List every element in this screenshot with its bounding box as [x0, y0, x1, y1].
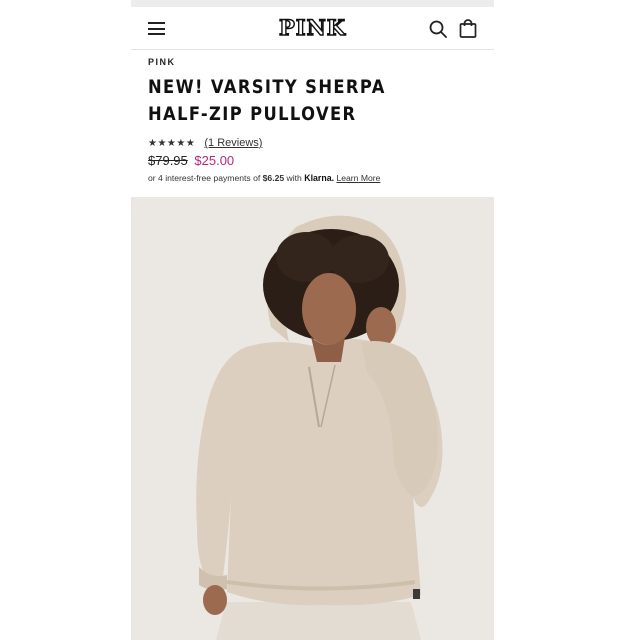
- star-rating-icon: ★★★★★: [148, 138, 196, 149]
- product-page: PINK PINK NEW! VARSITY SHERPA HALF-ZIP P…: [131, 0, 494, 640]
- search-icon[interactable]: [429, 20, 447, 38]
- product-image[interactable]: [131, 197, 494, 640]
- rating-row: ★★★★★ (1 Reviews): [148, 137, 262, 149]
- product-title: NEW! VARSITY SHERPA HALF-ZIP PULLOVER: [148, 76, 386, 125]
- model-wearing-pullover-illustration: [131, 197, 494, 640]
- brand-label: PINK: [148, 57, 176, 67]
- installment-prefix: or 4 interest-free payments of: [148, 173, 261, 183]
- installment-with: with: [286, 173, 302, 183]
- sale-price: $25.00: [194, 153, 235, 168]
- reviews-link[interactable]: (1 Reviews): [204, 137, 262, 149]
- price-row: $79.95 $25.00: [148, 153, 234, 168]
- original-price: $79.95: [148, 153, 188, 168]
- shopping-bag-icon[interactable]: [459, 19, 477, 38]
- site-header: PINK: [131, 7, 494, 50]
- installment-amount: $6.25: [262, 173, 285, 183]
- status-strip: [131, 0, 494, 7]
- learn-more-link[interactable]: Learn More: [336, 173, 380, 183]
- installment-note: or 4 interest-free payments of $6.25 wit…: [148, 173, 380, 183]
- klarna-logo: Klarna.: [304, 173, 335, 183]
